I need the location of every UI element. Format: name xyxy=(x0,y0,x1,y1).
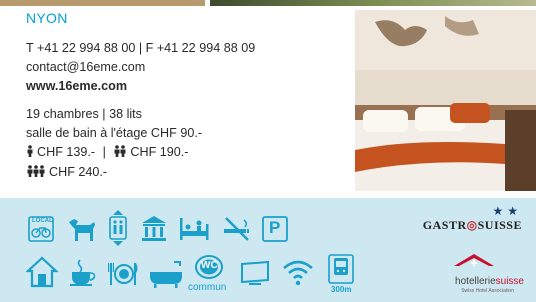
parking-label: P xyxy=(269,218,281,237)
triple-price-row: CHF 240.- xyxy=(26,163,356,183)
gastro-left: GASTR xyxy=(422,218,467,232)
amenity-icons: LOCAL P WC commun 300m xyxy=(26,198,406,302)
coffee-cup-icon xyxy=(68,258,98,288)
website-link[interactable]: www.16eme.com xyxy=(26,77,356,96)
hotel-info: NYON T +41 22 994 88 00 | F +41 22 994 8… xyxy=(26,10,356,183)
wifi-icon xyxy=(282,258,314,286)
double-price: CHF 190.- xyxy=(130,145,189,159)
house-icon xyxy=(26,256,58,288)
gastrosuisse-logo: GASTR◎SUISSE xyxy=(423,218,522,233)
wc-sub-label: commun xyxy=(188,282,227,293)
elevator-icon xyxy=(108,210,128,246)
triple-person-icon xyxy=(26,164,46,183)
bathroom-price: salle de bain à l'étage CHF 90.- xyxy=(26,126,203,140)
gastro-right: SUISSE xyxy=(477,218,522,232)
hotel-room-photo xyxy=(355,10,536,191)
amenities-band: LOCAL P WC commun 300m ★★ GASTR◎SUISSE h… xyxy=(0,198,536,302)
price-separator: | xyxy=(102,145,106,159)
dog-icon xyxy=(66,214,98,242)
train-distance: 300m xyxy=(331,285,352,294)
hotelleriesuisse-logo: hotelleriesuisse xyxy=(455,276,524,287)
email-link[interactable]: contact@16eme.com xyxy=(26,58,356,77)
hs-a: hotellerie xyxy=(455,276,496,287)
triple-price: CHF 240.- xyxy=(49,165,108,179)
parking-icon: P xyxy=(262,216,288,242)
no-smoking-icon xyxy=(222,216,252,242)
bathtub-icon xyxy=(148,260,184,288)
top-photo-strip xyxy=(0,0,536,6)
hs-b: suisse xyxy=(495,276,524,287)
family-bed-icon xyxy=(178,214,212,242)
single-person-icon xyxy=(26,144,34,163)
rooms-summary: 19 chambres | 38 lits xyxy=(26,107,142,121)
wc-label: WC xyxy=(201,260,218,271)
plate-cutlery-icon xyxy=(108,260,140,288)
wc-icon: WC commun xyxy=(188,254,226,293)
single-double-prices: CHF 139.- | CHF 190.- xyxy=(26,143,356,163)
local-bike-icon: LOCAL xyxy=(28,216,54,242)
double-person-icon xyxy=(113,144,127,163)
hotelleriesuisse-subtitle: Swiss Hotel Association xyxy=(461,288,514,294)
gastro-emblem: ◎ xyxy=(466,218,478,232)
hotel-stars: ★★ xyxy=(492,204,522,218)
museum-icon xyxy=(140,214,168,242)
single-price: CHF 139.- xyxy=(37,145,96,159)
train-icon: 300m xyxy=(328,254,354,294)
tv-icon xyxy=(240,260,270,286)
city-name: NYON xyxy=(26,10,68,26)
phone-fax: T +41 22 994 88 00 | F +41 22 994 88 09 xyxy=(26,41,256,55)
local-label: LOCAL xyxy=(32,218,53,224)
